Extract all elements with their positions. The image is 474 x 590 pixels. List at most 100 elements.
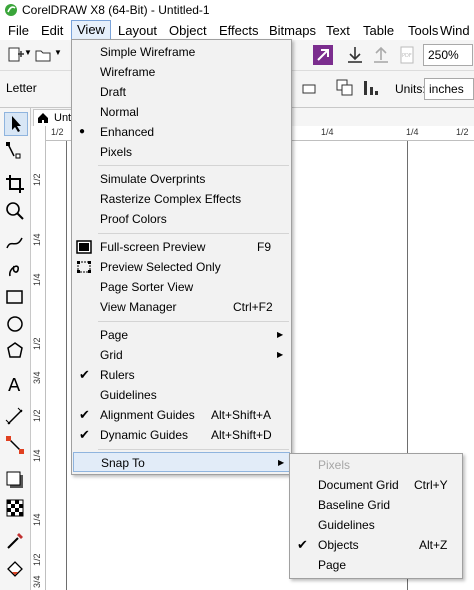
all-pages-icon[interactable] <box>336 79 354 97</box>
menu-item-simple-wireframe[interactable]: Simple Wireframe <box>72 42 291 62</box>
menu-item-guidelines[interactable]: Guidelines <box>72 385 291 405</box>
launcher-icon[interactable] <box>313 45 333 65</box>
menu-item-snap-to[interactable]: Snap To ▶ <box>73 452 290 472</box>
h-ruler-label: 1/2 <box>51 127 64 137</box>
menu-effects[interactable]: Effects <box>219 23 259 38</box>
svg-text:PDF: PDF <box>402 53 412 59</box>
menu-item-label: Enhanced <box>100 125 155 139</box>
open-dropdown-chevron-icon[interactable]: ▼ <box>54 48 62 57</box>
polygon-tool[interactable] <box>4 340 26 362</box>
new-dropdown-chevron-icon[interactable]: ▼ <box>24 48 32 57</box>
shape-tool[interactable] <box>4 140 26 162</box>
menu-item-grid[interactable]: Grid ▶ <box>72 345 291 365</box>
menu-file[interactable]: File <box>8 23 29 38</box>
page-size-value: Letter <box>6 81 37 95</box>
menu-item-label: Grid <box>100 348 123 362</box>
menu-item-view-manager[interactable]: View Manager Ctrl+F2 <box>72 297 291 317</box>
eyedropper-icon <box>7 533 23 549</box>
v-ruler-label: 1/4 <box>32 513 42 526</box>
text-tool[interactable]: A <box>4 373 26 396</box>
menu-item-label: Baseline Grid <box>318 498 391 512</box>
page-size-combo[interactable]: Letter <box>2 78 68 98</box>
menu-item-page-sorter-view[interactable]: Page Sorter View <box>72 277 291 297</box>
parallel-dimension-tool[interactable] <box>4 406 26 428</box>
freehand-tool[interactable] <box>4 232 26 254</box>
menu-item-label: Snap To <box>101 456 145 470</box>
crop-tool[interactable] <box>4 173 26 195</box>
menu-item-label: Proof Colors <box>100 212 167 226</box>
menu-item-label: Full-screen Preview <box>100 240 206 254</box>
menu-item-shortcut: Alt+Shift+A <box>211 408 272 422</box>
menu-item-shortcut: Ctrl+Y <box>414 478 448 492</box>
publish-pdf-icon[interactable]: PDF <box>398 45 416 65</box>
menu-item-full-screen-preview[interactable]: Full-screen Preview F9 <box>72 237 291 257</box>
eyedropper-tool[interactable] <box>4 530 26 552</box>
menu-text[interactable]: Text <box>326 23 350 38</box>
new-document-icon[interactable] <box>6 46 24 64</box>
zoom-tool[interactable] <box>4 200 26 222</box>
import-icon[interactable] <box>346 45 364 65</box>
menu-bitmaps[interactable]: Bitmaps <box>269 23 316 38</box>
snap-item-baseline-grid[interactable]: Baseline Grid <box>290 495 462 515</box>
v-ruler-label: 1/2 <box>32 409 42 422</box>
menu-item-label: Dynamic Guides <box>100 428 189 442</box>
transparency-tool[interactable] <box>4 497 26 519</box>
drop-shadow-icon <box>6 471 23 488</box>
vertical-ruler[interactable]: 1/2 1/4 1/4 1/2 3/4 1/2 1/4 1/4 1/2 3/4 <box>31 126 46 590</box>
menu-item-normal[interactable]: Normal <box>72 102 291 122</box>
menu-item-dynamic-guides[interactable]: ✔ Dynamic Guides Alt+Shift+D <box>72 425 291 445</box>
drop-shadow-tool[interactable] <box>4 469 26 491</box>
menu-item-label: Page <box>100 328 129 342</box>
menu-edit[interactable]: Edit <box>41 23 63 38</box>
pick-tool[interactable] <box>4 112 28 136</box>
menu-item-rasterize-complex-effects[interactable]: Rasterize Complex Effects <box>72 189 291 209</box>
polygon-icon <box>7 342 23 358</box>
menu-item-label: Objects <box>318 538 359 552</box>
menu-layout[interactable]: Layout <box>118 23 157 38</box>
home-icon <box>38 113 48 123</box>
snap-item-objects[interactable]: ✔ Objects Alt+Z <box>290 535 462 555</box>
menu-object[interactable]: Object <box>169 23 207 38</box>
menu-item-preview-selected-only[interactable]: Preview Selected Only <box>72 257 291 277</box>
menu-window[interactable]: Wind <box>440 23 470 38</box>
menu-item-label: Preview Selected Only <box>100 260 221 274</box>
menu-view[interactable]: View <box>71 20 111 40</box>
menu-item-draft[interactable]: Draft <box>72 82 291 102</box>
artistic-media-tool[interactable] <box>4 258 26 280</box>
menu-separator <box>98 321 289 322</box>
ellipse-tool[interactable] <box>4 313 26 335</box>
current-page-icon[interactable] <box>362 79 380 97</box>
export-icon[interactable] <box>372 45 390 65</box>
submenu-arrow-icon: ▶ <box>277 330 284 339</box>
snap-item-document-grid[interactable]: Document Grid Ctrl+Y <box>290 475 462 495</box>
menu-item-simulate-overprints[interactable]: Simulate Overprints <box>72 169 291 189</box>
connector-tool[interactable] <box>4 434 26 456</box>
units-combo[interactable]: inches <box>424 78 474 100</box>
magnifier-icon <box>6 202 24 220</box>
v-ruler-label: 1/2 <box>32 553 42 566</box>
menu-item-shortcut: Alt+Z <box>419 538 448 552</box>
zoom-level-combo[interactable]: 250% <box>423 44 473 66</box>
open-folder-icon[interactable] <box>34 46 52 64</box>
checkmark-icon: ✔ <box>79 407 90 422</box>
menu-item-pixels[interactable]: Pixels <box>72 142 291 162</box>
interactive-fill-tool[interactable] <box>4 558 26 580</box>
menu-table[interactable]: Table <box>363 23 394 38</box>
menu-item-alignment-guides[interactable]: ✔ Alignment Guides Alt+Shift+A <box>72 405 291 425</box>
v-ruler-label: 3/4 <box>32 575 42 588</box>
menu-item-proof-colors[interactable]: Proof Colors <box>72 209 291 229</box>
menu-item-enhanced[interactable]: ● Enhanced <box>72 122 291 142</box>
dimension-icon <box>5 407 23 425</box>
menu-item-wireframe[interactable]: Wireframe <box>72 62 291 82</box>
menu-item-rulers[interactable]: ✔ Rulers <box>72 365 291 385</box>
menu-item-label: Simple Wireframe <box>100 45 196 59</box>
snap-item-page[interactable]: Page <box>290 555 462 575</box>
menu-item-page[interactable]: Page ▶ <box>72 325 291 345</box>
landscape-icon[interactable] <box>302 83 316 95</box>
snap-item-guidelines[interactable]: Guidelines <box>290 515 462 535</box>
rectangle-tool[interactable] <box>4 286 26 308</box>
units-label: Units: <box>395 82 426 96</box>
menu-tools[interactable]: Tools <box>408 23 438 38</box>
menu-item-label: Rulers <box>100 368 135 382</box>
snap-item-pixels[interactable]: Pixels <box>290 455 462 475</box>
